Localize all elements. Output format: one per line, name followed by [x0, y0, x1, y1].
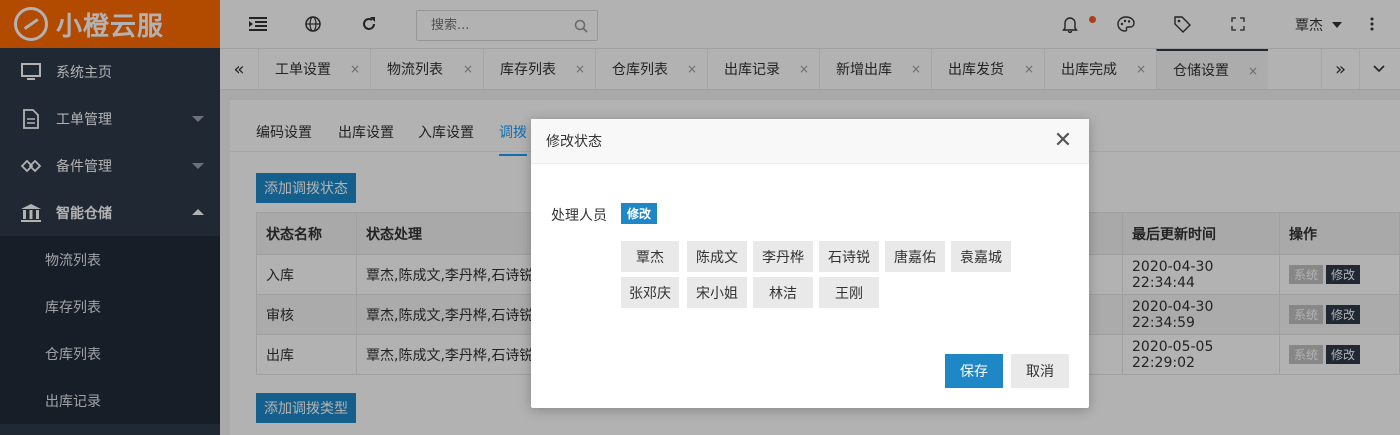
handler-chip[interactable]: 王刚 [819, 277, 879, 308]
handlers-label: 处理人员 [551, 208, 607, 224]
cancel-button[interactable]: 取消 [1011, 354, 1069, 388]
handler-chip[interactable]: 陈成文 [687, 241, 747, 272]
handler-chip[interactable]: 袁嘉城 [951, 241, 1011, 272]
handler-chip[interactable]: 张邓庆 [621, 277, 679, 308]
handler-chip[interactable]: 唐嘉佑 [885, 241, 945, 272]
modal-title: 修改状态 [546, 134, 602, 150]
handler-chip[interactable]: 林洁 [753, 277, 813, 308]
handler-chip[interactable]: 李丹桦 [753, 241, 813, 272]
handler-chip[interactable]: 石诗锐 [819, 241, 879, 272]
modal-header: 修改状态 [531, 119, 1089, 164]
close-icon[interactable]: ✕ [1053, 130, 1073, 152]
edit-status-modal: 修改状态 ✕ 处理人员 修改 覃杰 陈成文 李丹桦 石诗锐 唐嘉佑 袁嘉城 张邓… [531, 119, 1089, 408]
save-button[interactable]: 保存 [945, 354, 1003, 388]
edit-handlers-button[interactable]: 修改 [621, 203, 658, 224]
handler-chip[interactable]: 覃杰 [621, 241, 679, 272]
handler-chip[interactable]: 宋小姐 [687, 277, 747, 308]
